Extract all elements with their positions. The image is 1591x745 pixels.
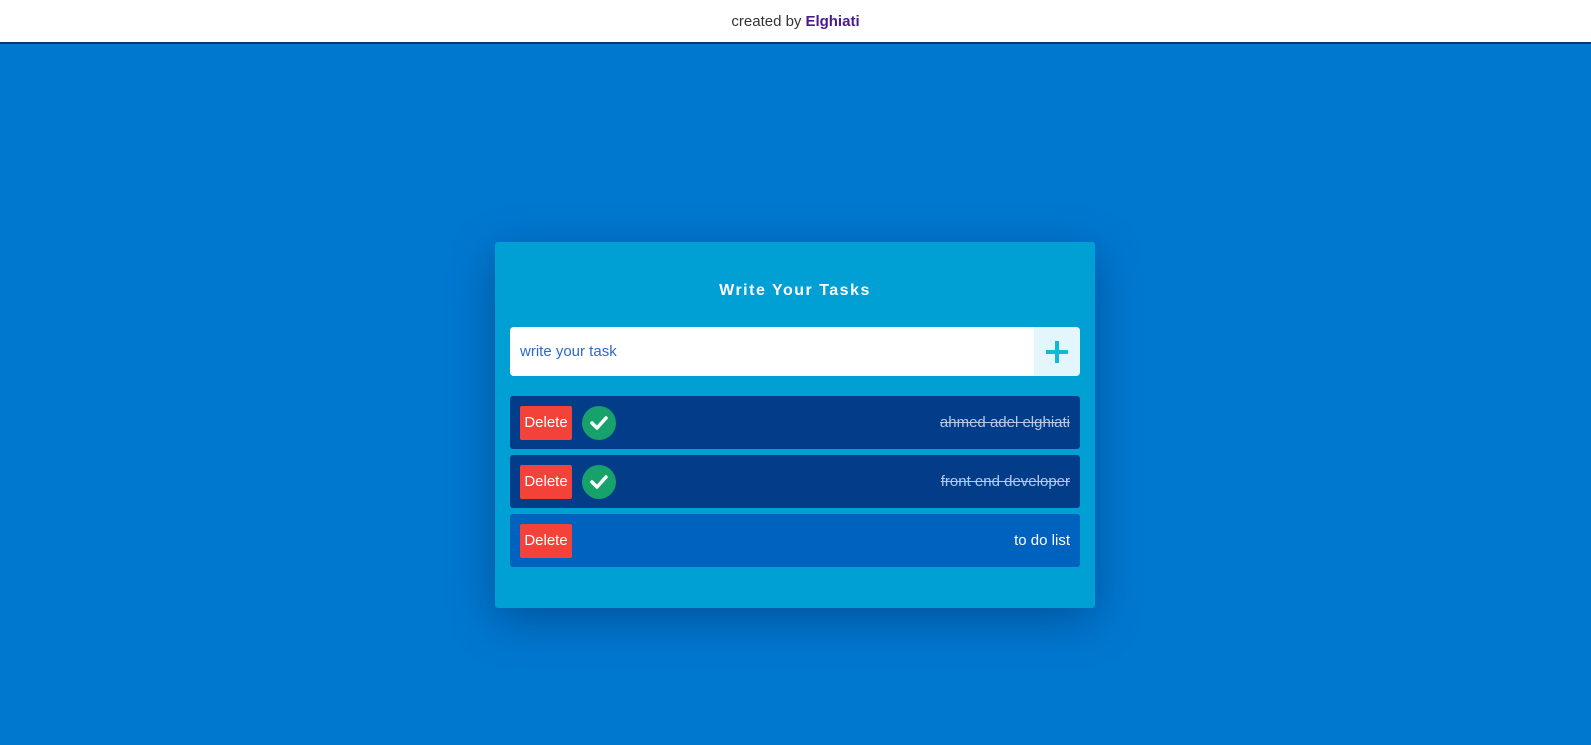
task-input[interactable] — [510, 327, 1034, 376]
task-item: Delete to do list — [510, 514, 1080, 567]
task-text[interactable]: front end developer — [941, 473, 1070, 490]
task-text[interactable]: ahmed adel elghiati — [940, 414, 1070, 431]
top-bar: created by Elghiati — [0, 0, 1591, 44]
task-text[interactable]: to do list — [1014, 532, 1070, 549]
task-item: Delete ahmed adel elghiati — [510, 396, 1080, 449]
delete-button[interactable]: Delete — [520, 405, 572, 440]
delete-button[interactable]: Delete — [520, 523, 572, 558]
task-list: Delete ahmed adel elghiati Delete front … — [510, 396, 1080, 573]
task-input-row — [510, 327, 1080, 376]
todo-card: Write Your Tasks Delete ahmed adel elghi… — [495, 242, 1095, 608]
delete-button[interactable]: Delete — [520, 464, 572, 499]
check-icon[interactable] — [582, 464, 616, 499]
card-title: Write Your Tasks — [719, 282, 871, 299]
author-name[interactable]: Elghiati — [805, 13, 859, 30]
credit-prefix: created by — [731, 12, 802, 30]
plus-icon — [1046, 340, 1068, 363]
task-item: Delete front end developer — [510, 455, 1080, 508]
add-task-button[interactable] — [1034, 327, 1080, 376]
check-icon[interactable] — [582, 405, 616, 440]
